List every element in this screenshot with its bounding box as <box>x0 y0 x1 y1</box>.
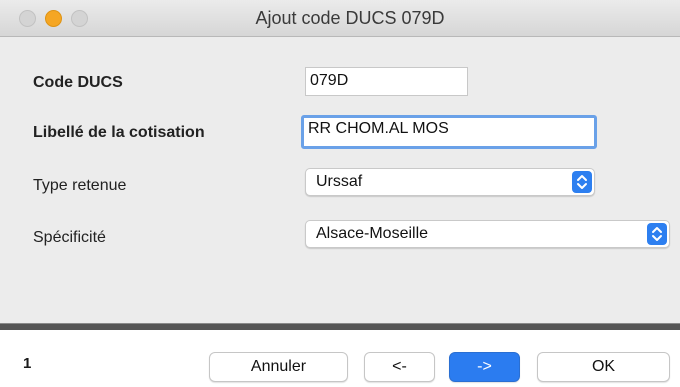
footer-bar: 1 Annuler <- -> OK <box>0 330 680 387</box>
form-panel: Code DUCS 079D Libellé de la cotisation … <box>0 37 680 325</box>
title-bar: Ajout code DUCS 079D <box>0 0 680 37</box>
page-number: 1 <box>23 355 32 372</box>
ok-button[interactable]: OK <box>537 352 670 382</box>
divider <box>0 323 680 330</box>
type-retenue-select[interactable]: Urssaf <box>305 168 595 196</box>
updown-chevron-icon <box>572 171 592 193</box>
previous-button[interactable]: <- <box>364 352 435 382</box>
updown-chevron-icon <box>647 223 667 245</box>
next-button[interactable]: -> <box>449 352 520 382</box>
specificite-label: Spécificité <box>33 229 106 246</box>
libelle-field[interactable]: RR CHOM.AL MOS <box>301 115 597 149</box>
type-retenue-value: Urssaf <box>316 173 363 190</box>
window-title: Ajout code DUCS 079D <box>255 8 445 28</box>
code-ducs-label: Code DUCS <box>33 74 123 91</box>
libelle-label: Libellé de la cotisation <box>33 124 205 141</box>
specificite-value: Alsace-Moseille <box>316 225 429 242</box>
type-retenue-label: Type retenue <box>33 177 127 194</box>
specificite-select[interactable]: Alsace-Moseille <box>305 220 670 248</box>
cancel-button[interactable]: Annuler <box>209 352 348 382</box>
code-ducs-field[interactable]: 079D <box>305 67 468 96</box>
